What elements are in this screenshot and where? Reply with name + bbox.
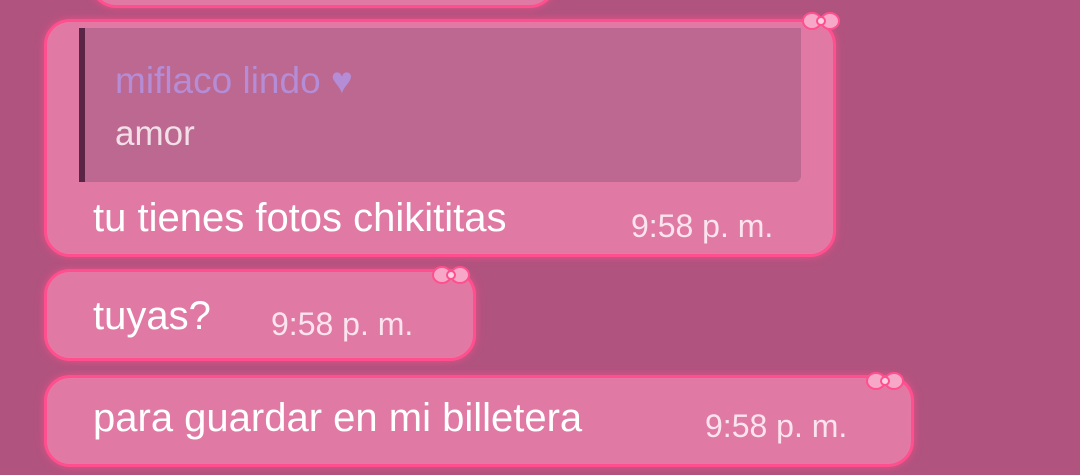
quoted-message[interactable]: miflaco lindo ♥ amor [79, 28, 801, 182]
quoted-message-text: amor [115, 114, 195, 153]
message-bubble[interactable]: para guardar en mi billetera 9:58 p. m. [44, 372, 914, 467]
message-bubble-reply[interactable]: miflaco lindo ♥ amor tu tienes fotos chi… [44, 12, 840, 257]
message-text: tuyas? [93, 294, 211, 338]
message-bubble[interactable]: tuyas? 9:58 p. m. [44, 266, 476, 361]
quoted-sender-name: miflaco lindo ♥ [115, 60, 353, 101]
message-timestamp: 9:58 p. m. [271, 306, 414, 342]
bow-icon [802, 12, 840, 30]
message-text: tu tienes fotos chikititas [93, 196, 507, 240]
bow-icon [432, 266, 470, 284]
message-timestamp: 9:58 p. m. [631, 208, 774, 244]
message-text: para guardar en mi billetera [93, 396, 583, 440]
chat-conversation: miflaco lindo ♥ amor tu tienes fotos chi… [0, 0, 1080, 475]
bow-icon [866, 372, 904, 390]
message-timestamp: 9:58 p. m. [705, 408, 848, 444]
previous-message-bubble-edge[interactable] [90, 0, 556, 8]
